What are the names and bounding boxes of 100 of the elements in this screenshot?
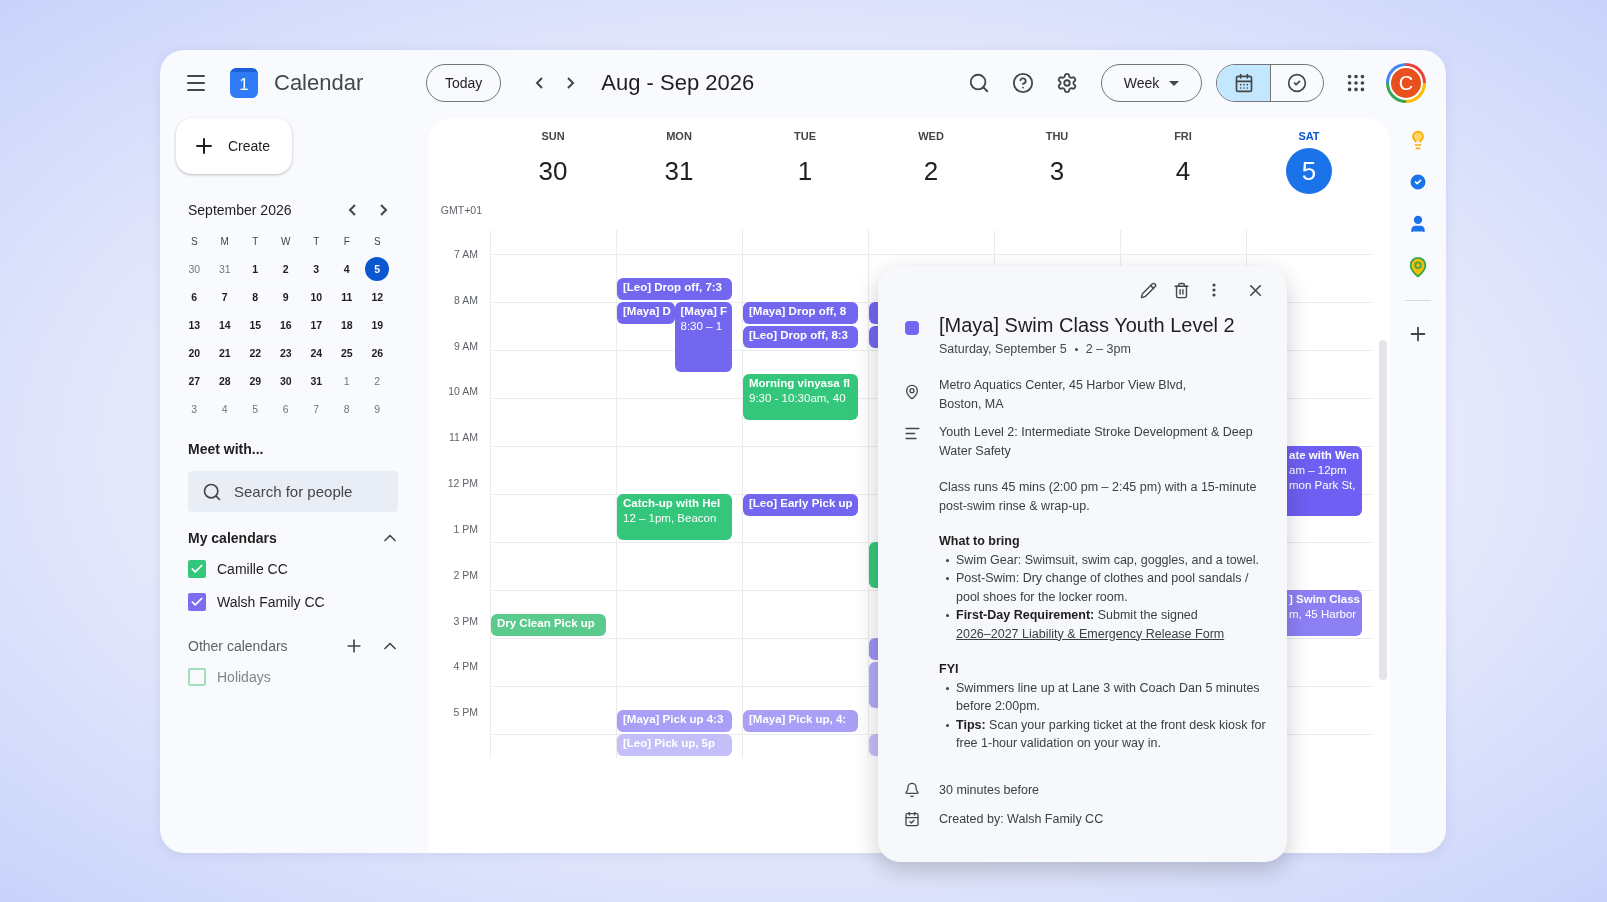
calendar-event[interactable]: [Leo] Drop off, 8:3: [743, 326, 858, 348]
day-number[interactable]: 4: [1160, 148, 1206, 194]
date-cell[interactable]: 6: [182, 285, 207, 309]
people-search-field[interactable]: Search for people: [188, 471, 398, 512]
search-icon: [202, 482, 222, 502]
date-cell[interactable]: 13: [182, 313, 207, 337]
bullet-text: Tips: Scan your parking ticket at the front desk kiosk for free 1-hour validation on your way in.: [956, 716, 1267, 752]
hour-label: 9 AM: [453, 339, 479, 354]
create-button[interactable]: Create: [176, 118, 292, 174]
section-title: Other calendars: [188, 638, 289, 654]
checkbox[interactable]: [188, 559, 206, 578]
bullet-dot: [946, 558, 949, 562]
date-cell[interactable]: 2: [273, 257, 298, 281]
date-cell[interactable]: 4: [212, 397, 237, 421]
bullet-dot: [946, 686, 949, 690]
bullet-text: Swimmers line up at Lane 3 with Coach Dan 5 minutes before 2:00pm.: [956, 679, 1261, 715]
caret-icon: [1169, 80, 1180, 86]
day-number[interactable]: 2: [908, 148, 954, 194]
pencil-icon: [1139, 281, 1157, 299]
date-cell[interactable]: 26: [365, 341, 390, 365]
calendar-icon: [1233, 73, 1254, 93]
calendar-event[interactable]: [Maya] D: [617, 302, 675, 324]
weekday-name: MON: [666, 130, 692, 142]
date-cell[interactable]: 19: [365, 313, 390, 337]
calendar-event[interactable]: [Leo] Early Pick up: [743, 494, 858, 516]
date-range: Aug - Sep 2026: [601, 70, 755, 96]
day-number[interactable]: 3: [1034, 148, 1080, 194]
weekday-label: T: [251, 234, 260, 249]
weekday-name: THU: [1045, 130, 1069, 142]
date-cell[interactable]: 23: [273, 341, 298, 365]
date-cell[interactable]: 15: [243, 313, 268, 337]
calendar-event[interactable]: [Maya] F 8:30 – 1: [674, 302, 732, 372]
map-pin-icon[interactable]: [1407, 256, 1429, 278]
date-cell[interactable]: 14: [212, 313, 237, 337]
date-cell[interactable]: 7: [212, 285, 237, 309]
creator-text: Created by: Walsh Family CC: [939, 811, 1105, 828]
date-cell[interactable]: 8: [243, 285, 268, 309]
day-number[interactable]: 30: [530, 148, 576, 194]
date-cell[interactable]: 2: [365, 369, 390, 393]
date-cell[interactable]: 11: [334, 285, 359, 309]
calendar-name: Walsh Family CC: [217, 593, 325, 610]
date-cell[interactable]: 25: [334, 341, 359, 365]
calendar-event[interactable]: [Leo] Drop off, 7:3: [617, 278, 732, 300]
date-cell[interactable]: 5: [243, 397, 268, 421]
date-cell[interactable]: 16: [273, 313, 298, 337]
date-cell[interactable]: 30: [182, 257, 207, 281]
date-cell[interactable]: 24: [304, 341, 329, 365]
date-cell[interactable]: 9: [273, 285, 298, 309]
date-cell[interactable]: 12: [365, 285, 390, 309]
task-check-icon[interactable]: [1408, 172, 1428, 192]
date-cell[interactable]: 30: [273, 369, 298, 393]
scrollbar[interactable]: [1379, 340, 1387, 680]
date-cell[interactable]: 1: [334, 369, 359, 393]
date-cell[interactable]: 28: [212, 369, 237, 393]
date-cell[interactable]: 10: [304, 285, 329, 309]
date-cell[interactable]: 31: [304, 369, 329, 393]
date-cell[interactable]: 17: [304, 313, 329, 337]
checkbox[interactable]: [188, 592, 206, 611]
date-cell[interactable]: 6: [273, 397, 298, 421]
calendar-event[interactable]: [Maya] Drop off, 8: [743, 302, 858, 324]
more-icon: [1212, 283, 1216, 297]
help-icon: [1012, 72, 1034, 94]
date-cell[interactable]: 27: [182, 369, 207, 393]
calendar-view-button[interactable]: [1217, 65, 1270, 101]
form-link[interactable]: 2026–2027 Liability & Emergency Release Form: [956, 626, 1225, 641]
hour-label: 11 AM: [448, 431, 479, 446]
chevron-left-icon: [348, 204, 356, 216]
date-cell[interactable]: 1: [243, 257, 268, 281]
trash-icon: [1172, 281, 1190, 299]
avatar[interactable]: C: [1386, 63, 1426, 103]
section-heading: FYI: [939, 661, 960, 678]
check-circle-icon: [1287, 73, 1307, 93]
date-cell[interactable]: 20: [182, 341, 207, 365]
bullet-dot: [946, 723, 949, 727]
day-number[interactable]: 5: [1286, 148, 1332, 194]
chevron-left-icon: [535, 77, 544, 89]
hour-label: 3 PM: [452, 614, 479, 629]
person-icon[interactable]: [1408, 214, 1428, 234]
weekday-name: FRI: [1174, 130, 1192, 142]
date-cell[interactable]: 4: [334, 257, 359, 281]
date-cell[interactable]: 21: [212, 341, 237, 365]
event-time: 2 – 3pm: [1085, 342, 1131, 356]
date-cell[interactable]: 9: [365, 397, 390, 421]
day-number[interactable]: 31: [656, 148, 702, 194]
event-title: [Maya] Swim Class Youth Level 2: [939, 314, 1235, 337]
date-cell[interactable]: 3: [304, 257, 329, 281]
day-number[interactable]: 1: [782, 148, 828, 194]
date-cell[interactable]: 8: [334, 397, 359, 421]
date-cell[interactable]: 31: [212, 257, 237, 281]
calendar-icon: [904, 811, 920, 828]
hour-label: 4 PM: [452, 660, 479, 675]
weekday-name: SUN: [541, 130, 565, 142]
date-cell[interactable]: 3: [182, 397, 207, 421]
app-title: Calendar: [274, 70, 364, 96]
date-cell[interactable]: 22: [243, 341, 268, 365]
weekday-label: F: [342, 234, 351, 249]
date-cell[interactable]: 18: [334, 313, 359, 337]
date-cell[interactable]: 5: [365, 257, 390, 281]
date-cell[interactable]: 29: [243, 369, 268, 393]
date-cell[interactable]: 7: [304, 397, 329, 421]
